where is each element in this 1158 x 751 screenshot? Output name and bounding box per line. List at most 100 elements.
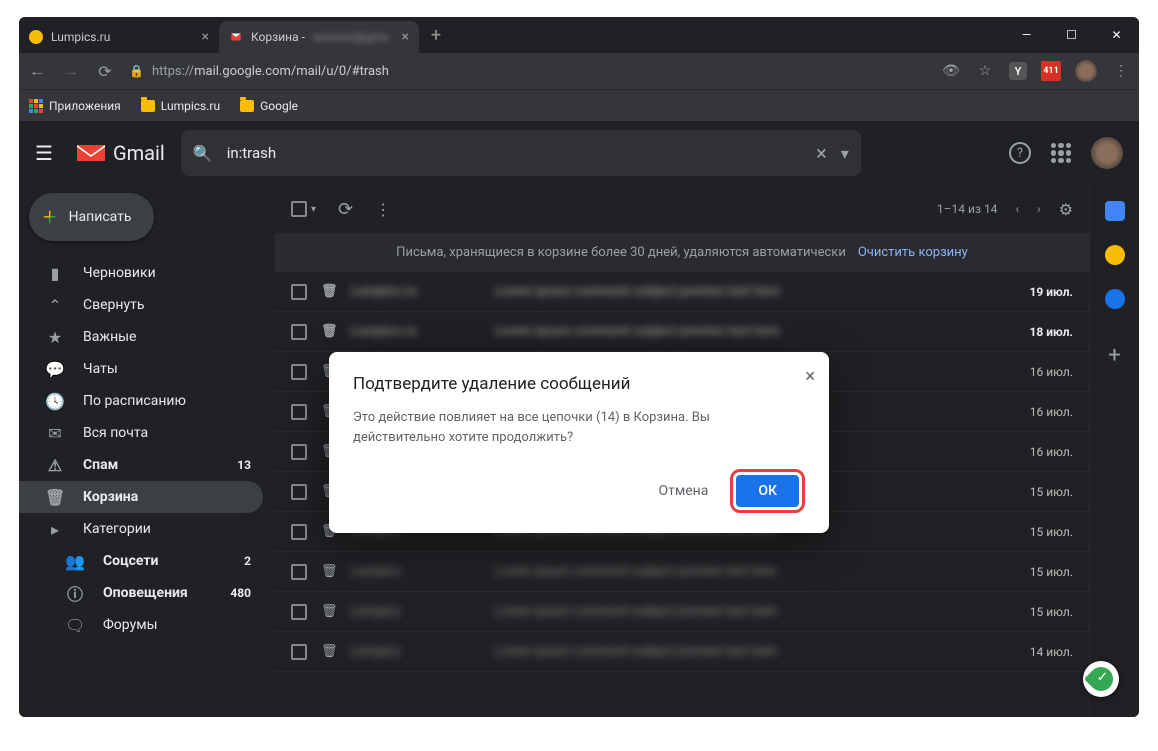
- row-checkbox[interactable]: [291, 524, 307, 540]
- message-row[interactable]: 🗑LumpicsLorem ipsum comment subject prev…: [275, 592, 1089, 632]
- help-icon[interactable]: ?: [1009, 142, 1031, 164]
- keep-icon[interactable]: [1105, 245, 1125, 265]
- sidebar-item-Свернуть[interactable]: ⌃ Свернуть: [19, 289, 263, 321]
- message-row[interactable]: 🗑LumpicsLorem ipsum comment subject prev…: [275, 552, 1089, 592]
- refresh-icon[interactable]: ⟳: [338, 199, 353, 220]
- bookmark-label: Lumpics.ru: [161, 99, 220, 113]
- message-row[interactable]: 🗑LumpicsLorem ipsum comment subject prev…: [275, 632, 1089, 672]
- trash-icon: 🗑: [45, 488, 65, 507]
- prev-page-icon[interactable]: ‹: [1015, 202, 1019, 216]
- sidebar-label: Свернуть: [83, 297, 144, 313]
- browser-menu-icon[interactable]: ⋮: [1111, 61, 1131, 81]
- close-tab-icon[interactable]: ×: [202, 29, 209, 45]
- row-checkbox[interactable]: [291, 404, 307, 420]
- row-checkbox[interactable]: [291, 484, 307, 500]
- message-row[interactable]: 🗑Lumpics.ruLorem ipsum comment subject p…: [275, 272, 1089, 312]
- settings-gear-icon[interactable]: ⚙: [1059, 200, 1073, 219]
- new-tab-button[interactable]: +: [419, 25, 453, 46]
- window-maximize-icon[interactable]: ☐: [1049, 17, 1094, 53]
- row-checkbox[interactable]: [291, 564, 307, 580]
- select-all-checkbox[interactable]: [291, 201, 307, 217]
- extension-y-icon[interactable]: Y: [1009, 62, 1027, 80]
- sidebar-label: Корзина: [83, 489, 138, 505]
- dialog-close-icon[interactable]: ×: [805, 366, 815, 387]
- url-protocol: https://: [152, 64, 194, 79]
- browser-tab[interactable]: Lumpics.ru ×: [19, 21, 219, 53]
- empty-trash-link[interactable]: Очистить корзину: [858, 245, 968, 260]
- sidebar-item-По расписанию[interactable]: 🕓По расписанию: [19, 385, 263, 417]
- chev-up-icon: ⌃: [45, 296, 65, 315]
- account-avatar-icon[interactable]: [1091, 137, 1123, 169]
- sidebar-label: Категории: [83, 521, 151, 537]
- row-checkbox[interactable]: [291, 284, 307, 300]
- row-checkbox[interactable]: [291, 324, 307, 340]
- extension-badge-icon[interactable]: 411: [1041, 61, 1061, 81]
- sidebar-label: Соцсети: [103, 553, 158, 569]
- browser-tab-active[interactable]: Корзина - xxxxxxx@gmx ×: [219, 21, 419, 53]
- gmail-logo[interactable]: Gmail: [75, 141, 165, 165]
- tasks-icon[interactable]: [1105, 289, 1125, 309]
- google-apps-icon[interactable]: [1051, 143, 1071, 163]
- cancel-button[interactable]: Отмена: [648, 475, 718, 507]
- bookmark-label: Google: [260, 99, 298, 113]
- compose-button[interactable]: + Написать: [29, 193, 154, 241]
- sidebar-item-Форумы[interactable]: 🗨Форумы: [19, 609, 263, 641]
- nav-back-icon[interactable]: ←: [27, 61, 47, 81]
- sidebar-item-Категории[interactable]: ▸Категории: [19, 513, 263, 545]
- search-options-icon[interactable]: ▾: [841, 144, 849, 163]
- bookmark-item[interactable]: Lumpics.ru: [141, 99, 220, 113]
- sidebar-item-Чаты[interactable]: 💬Чаты: [19, 353, 263, 385]
- hamburger-menu-icon[interactable]: ☰: [35, 141, 59, 165]
- window-minimize-icon[interactable]: —: [1004, 17, 1049, 53]
- select-dropdown-icon[interactable]: ▾: [311, 204, 316, 215]
- nav-forward-icon[interactable]: →: [61, 61, 81, 81]
- url-box[interactable]: 🔒 https://mail.google.com/mail/u/0/#tras…: [129, 64, 927, 79]
- sidebar-count: 480: [230, 586, 251, 600]
- star-icon: ★: [45, 328, 65, 347]
- profile-avatar-icon[interactable]: [1075, 60, 1097, 82]
- row-checkbox[interactable]: [291, 604, 307, 620]
- window-close-icon[interactable]: ✕: [1094, 17, 1139, 53]
- more-icon[interactable]: ⋮: [375, 200, 391, 219]
- row-date: 15 июл.: [1013, 525, 1073, 539]
- next-page-icon[interactable]: ›: [1037, 202, 1041, 216]
- search-box[interactable]: 🔍 × ▾: [181, 130, 861, 176]
- subject: Lorem ipsum comment subject preview text…: [495, 564, 999, 579]
- add-addon-icon[interactable]: +: [1108, 343, 1120, 368]
- sidebar-item-Спам[interactable]: ⚠Спам13: [19, 449, 263, 481]
- row-checkbox[interactable]: [291, 364, 307, 380]
- sidebar-item-Важные[interactable]: ★Важные: [19, 321, 263, 353]
- message-row[interactable]: 🗑Lumpics.ruLorem ipsum comment subject p…: [275, 312, 1089, 352]
- mail-icon: ✉: [45, 424, 65, 443]
- sidebar-item-Корзина[interactable]: 🗑 Корзина: [19, 481, 263, 513]
- sender: Lumpics: [351, 564, 481, 579]
- bookmark-item[interactable]: Google: [240, 99, 298, 113]
- bookmark-star-icon[interactable]: ☆: [975, 61, 995, 81]
- close-tab-icon[interactable]: ×: [402, 29, 409, 45]
- sidebar-item-Оповещения[interactable]: ⓘОповещения480: [19, 577, 263, 609]
- extension-eye-icon[interactable]: 👁: [941, 61, 961, 81]
- sender: Lumpics: [351, 644, 481, 659]
- search-input[interactable]: [227, 144, 802, 162]
- apps-bookmark[interactable]: Приложения: [29, 99, 121, 113]
- side-panel: +: [1089, 185, 1139, 717]
- trash-icon: 🗑: [321, 284, 337, 299]
- people-icon: 👥: [65, 552, 85, 571]
- sidebar-count: 13: [237, 458, 251, 472]
- clear-search-icon[interactable]: ×: [816, 141, 827, 165]
- gmail-logo-icon: [75, 141, 107, 165]
- sidebar-label: Форумы: [103, 617, 157, 633]
- sender: Lumpics.ru: [351, 324, 481, 339]
- row-checkbox[interactable]: [291, 444, 307, 460]
- security-badge-icon[interactable]: [1083, 661, 1119, 697]
- row-checkbox[interactable]: [291, 644, 307, 660]
- calendar-icon[interactable]: [1105, 201, 1125, 221]
- nav-reload-icon[interactable]: ⟳: [95, 62, 115, 81]
- ok-button[interactable]: ОК: [736, 475, 799, 507]
- sidebar-item-Черновики[interactable]: ▮Черновики: [19, 257, 263, 289]
- folder-icon: [240, 100, 254, 112]
- sidebar-item-Вся почта[interactable]: ✉Вся почта: [19, 417, 263, 449]
- row-date: 15 июл.: [1013, 485, 1073, 499]
- sidebar-item-Соцсети[interactable]: 👥Соцсети2: [19, 545, 263, 577]
- folder-icon: [141, 100, 155, 112]
